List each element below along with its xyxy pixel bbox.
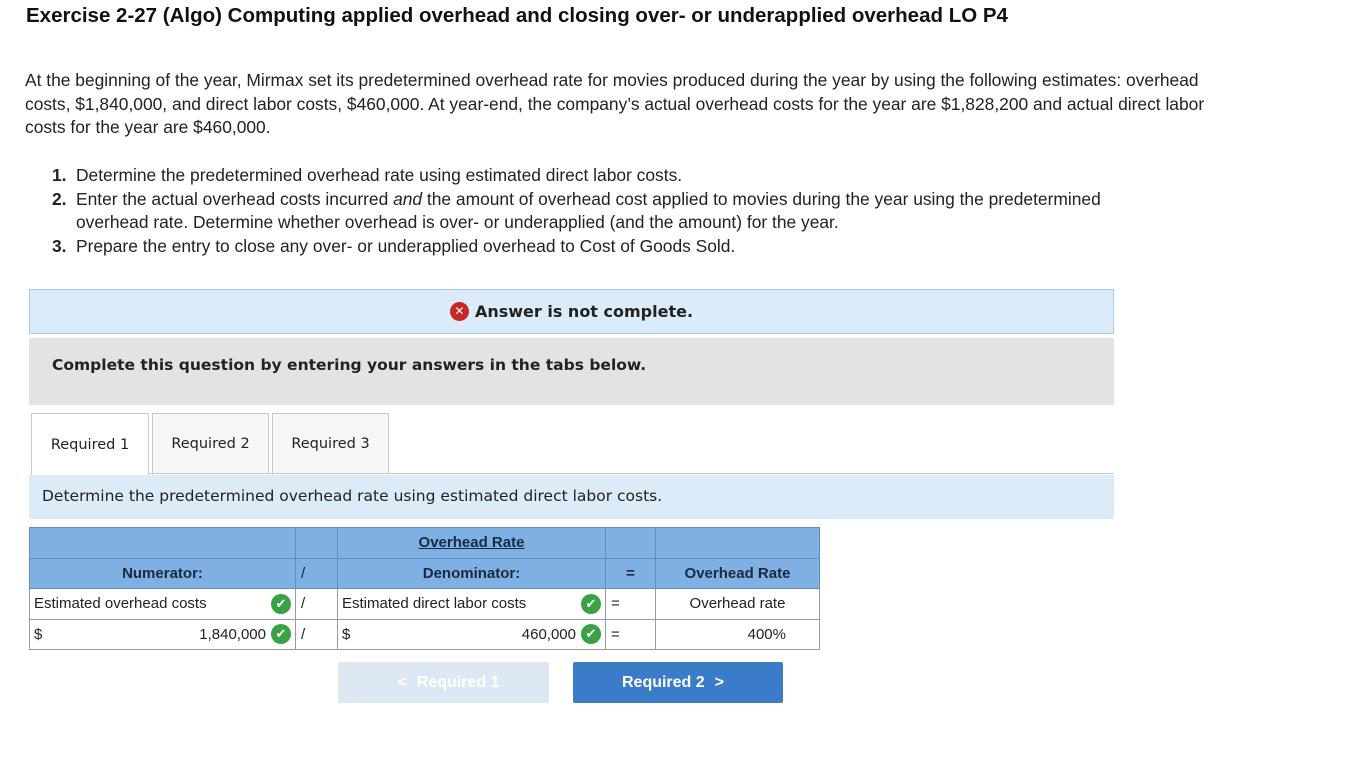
numerator-label: Estimated overhead costs: [34, 595, 207, 613]
table-header-cell: [295, 527, 338, 559]
numerator-value-cell[interactable]: $ 1,840,000 ✔: [29, 618, 296, 650]
currency-symbol: $: [34, 625, 43, 643]
table-caption-row: Overhead Rate: [29, 527, 820, 559]
error-x-icon: ✕: [449, 302, 469, 321]
next-button-label: Required 2: [621, 673, 705, 691]
requirement-text: Determine the predetermined overhead rat…: [76, 165, 683, 185]
chevron-right-icon: >: [714, 673, 725, 691]
result-header: Overhead Rate: [655, 557, 820, 589]
equals-symbol: =: [605, 588, 656, 620]
tab-divider: [149, 473, 1114, 474]
requirement-tabs: Required 1 Required 2 Required 3: [31, 413, 392, 475]
previous-button-label: Required 1: [416, 673, 500, 691]
requirement-item: 3. Prepare the entry to close any over- …: [52, 235, 1152, 259]
overhead-rate-value: 400%: [655, 618, 820, 650]
numerator-header: Numerator:: [29, 557, 296, 589]
requirements-list: 1. Determine the predetermined overhead …: [52, 164, 1152, 258]
table-row: $ 1,840,000 ✔ / $ 460,000 ✔ = 400%: [29, 618, 820, 650]
checkmark-icon: ✔: [581, 624, 601, 645]
previous-required-button[interactable]: < Required 1: [338, 662, 549, 703]
chevron-left-icon: <: [397, 673, 407, 691]
tab-required-3[interactable]: Required 3: [272, 413, 389, 474]
requirement-item: 2. Enter the actual overhead costs incur…: [52, 188, 1152, 235]
instructions-bar: Complete this question by entering your …: [29, 338, 1114, 405]
result-label: Overhead rate: [655, 588, 820, 620]
requirement-text: Prepare the entry to close any over- or …: [76, 235, 736, 256]
currency-symbol: $: [342, 625, 351, 643]
equals-header: =: [605, 557, 656, 589]
checkmark-icon: ✔: [271, 593, 291, 614]
table-caption: Overhead Rate: [337, 527, 606, 559]
numerator-value: 1,840,000: [199, 625, 266, 643]
denominator-value: 460,000: [521, 625, 576, 643]
divide-header: /: [295, 557, 338, 589]
divide-symbol: /: [295, 618, 338, 650]
tab-prompt: Determine the predetermined overhead rat…: [29, 475, 1114, 519]
answer-status-text: Answer is not complete.: [474, 302, 694, 321]
denominator-label: Estimated direct labor costs: [342, 595, 527, 613]
checkmark-icon: ✔: [271, 624, 291, 645]
tab-required-2[interactable]: Required 2: [152, 413, 269, 474]
table-header-cell: [655, 527, 820, 559]
requirement-number: 1.: [52, 165, 67, 185]
numerator-label-cell[interactable]: Estimated overhead costs ✔: [29, 588, 296, 620]
answer-status-banner: ✕ Answer is not complete.: [29, 289, 1114, 334]
problem-statement: At the beginning of the year, Mirmax set…: [25, 70, 1205, 137]
exercise-title: Exercise 2-27 (Algo) Computing applied o…: [26, 4, 1008, 27]
tab-required-1[interactable]: Required 1: [31, 413, 149, 475]
requirement-item: 1. Determine the predetermined overhead …: [52, 164, 1152, 188]
overhead-rate-table: Overhead Rate Numerator: / Denominator: …: [29, 527, 820, 650]
requirement-emphasis: and: [393, 188, 423, 209]
requirement-number: 3.: [52, 235, 67, 256]
equals-symbol: =: [605, 618, 656, 650]
requirement-number: 2.: [52, 188, 67, 209]
next-required-button[interactable]: Required 2 >: [573, 662, 783, 703]
table-header-cell: [29, 527, 296, 559]
divide-symbol: /: [295, 588, 338, 620]
table-header-cell: [605, 527, 656, 559]
requirement-text: Enter the actual overhead costs incurred: [76, 188, 394, 209]
denominator-value-cell[interactable]: $ 460,000 ✔: [337, 618, 606, 650]
checkmark-icon: ✔: [581, 593, 601, 614]
denominator-header: Denominator:: [337, 557, 606, 589]
table-header-row: Numerator: / Denominator: = Overhead Rat…: [29, 557, 820, 589]
table-row: Estimated overhead costs ✔ / Estimated d…: [29, 588, 820, 620]
denominator-label-cell[interactable]: Estimated direct labor costs ✔: [337, 588, 606, 620]
